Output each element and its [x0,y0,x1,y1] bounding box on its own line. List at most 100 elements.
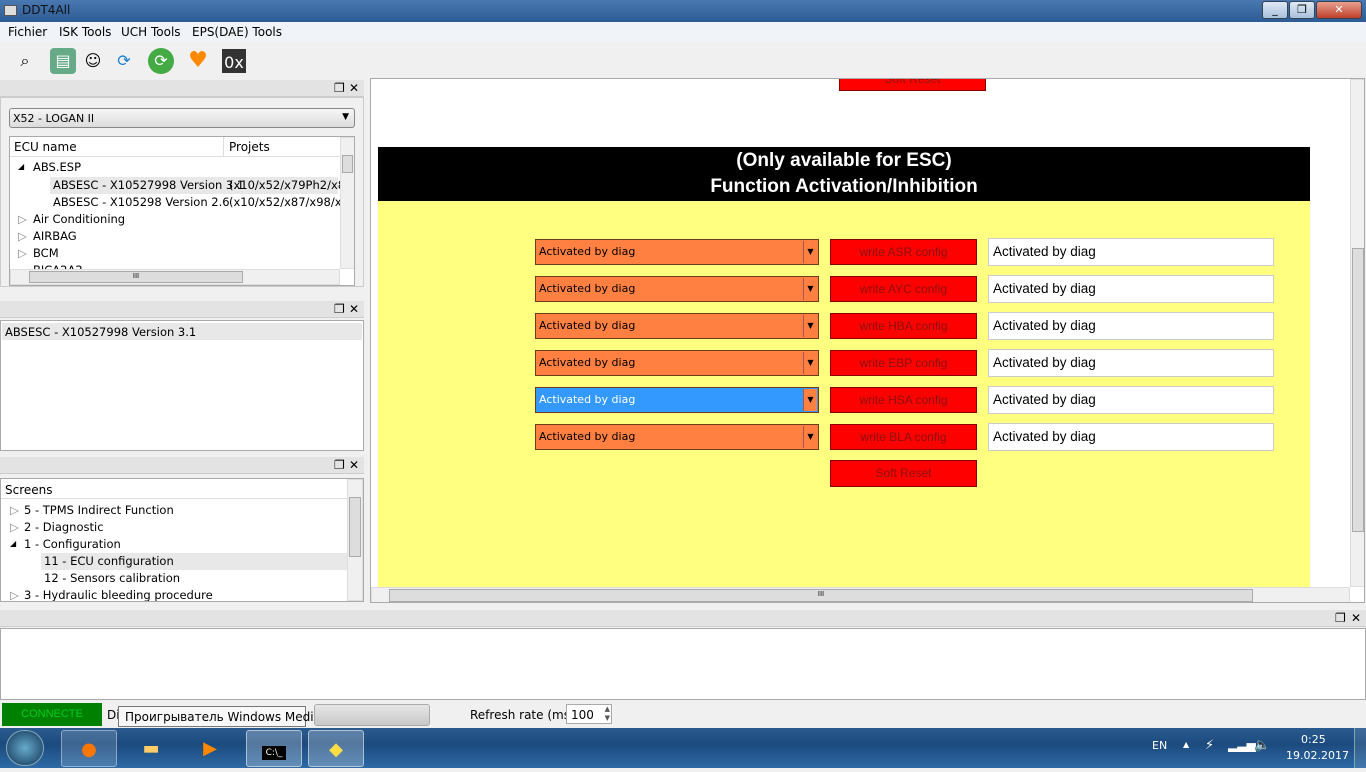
close-icon[interactable]: ✕ [1351,611,1361,625]
section-header: (Only available for ESC) Function Activa… [378,147,1310,201]
config-value-field[interactable]: Activated by diag [988,423,1274,451]
close-button[interactable]: ✕ [1316,1,1362,19]
expand-icon[interactable]: ▷ [10,503,19,517]
cmd-task[interactable]: C:\_ [246,730,302,767]
close-icon[interactable]: ✕ [349,302,359,316]
show-desktop-button[interactable] [1354,728,1366,768]
sniffer-icon[interactable]: ☺ [80,48,106,74]
collapse-icon[interactable]: ◢ [18,162,24,171]
list-item[interactable]: ABSESC - X10527998 Version 3.1 [2,323,362,340]
refresh-rate-label: Refresh rate (ms): [470,708,579,722]
function-select-value: Activated by diag [539,319,636,332]
tree-item-abs-esp[interactable]: ABS.ESP [33,160,81,174]
expand-icon[interactable]: ▷ [18,246,27,260]
menu-fichier[interactable]: Fichier [8,25,47,39]
clock-time[interactable]: 0:25 [1301,733,1326,746]
menu-isk-tools[interactable]: ISK Tools [59,25,111,39]
write-config-button[interactable]: write EBP config [830,350,977,376]
title-bar: DDT4All _ ❐ ✕ [0,0,1366,22]
tray-expand-icon[interactable]: ▲ [1183,740,1189,749]
ecu-tree-vscrollbar[interactable] [340,137,354,269]
screen-item-diagnostic[interactable]: 2 - Diagnostic [24,520,104,534]
python-task[interactable]: ◆ [308,730,364,767]
spinner-arrows-icon[interactable]: ▲ ▼ [605,705,610,723]
write-config-button[interactable]: write BLA config [830,424,977,450]
app-icon [4,5,17,16]
restore-button[interactable]: ❐ [1289,1,1315,19]
float-icon[interactable]: ❐ [334,81,345,95]
media-player-task[interactable]: ▶ [182,730,238,767]
chevron-down-icon: ▼ [342,112,349,122]
screen-item-hydraulic-bleeding[interactable]: 3 - Hydraulic bleeding procedure [24,588,213,601]
connect-icon[interactable]: ⟳ [148,48,174,74]
expand-icon[interactable]: ▷ [10,588,19,601]
config-value-field[interactable]: Activated by diag [988,238,1274,266]
menu-eps-tools[interactable]: EPS(DAE) Tools [192,25,282,39]
hex-icon[interactable]: 0x [222,49,246,73]
function-select[interactable]: Activated by diag ▼ [535,350,819,376]
monitor-icon[interactable]: ▤ [50,48,76,74]
function-select[interactable]: Activated by diag ▼ [535,387,819,413]
power-icon[interactable]: ⚡ [1205,738,1214,753]
function-select-value: Activated by diag [539,430,636,443]
screens-header: Screens [5,483,53,497]
tree-item-projects: (x10/x52/x79Ph2/x87 [229,178,353,192]
tree-item-bcm[interactable]: BCM [33,246,59,260]
refresh-icon[interactable]: ⟳ [111,48,137,74]
tree-item-absesc-31[interactable]: ABSESC - X10527998 Version 3.1 [53,178,244,192]
ecu-panel-titlebar: ❐ ✕ [0,80,364,97]
expand-icon[interactable]: ▷ [10,520,19,534]
config-value-field[interactable]: Activated by diag [988,349,1274,377]
volume-icon[interactable]: 🔈 [1254,738,1270,753]
expand-icon[interactable]: ▷ [18,229,27,243]
minimize-button[interactable]: _ [1262,1,1288,19]
config-value-field[interactable]: Activated by diag [988,312,1274,340]
soft-reset-button[interactable]: Soft Reset [830,460,977,487]
firefox-task[interactable]: ● [61,730,117,767]
screen-item-ecu-configuration[interactable]: 11 - ECU configuration [44,554,174,568]
column-ecu-name[interactable]: ECU name [14,140,77,154]
vehicle-select[interactable]: X52 - LOGAN II ▼ [9,108,355,128]
function-select[interactable]: Activated by diag ▼ [535,239,819,265]
close-icon[interactable]: ✕ [349,81,359,95]
main-vscrollbar[interactable] [1350,79,1364,587]
clock-date[interactable]: 19.02.2017 [1286,749,1349,762]
write-config-button[interactable]: write HBA config [830,313,977,339]
close-icon[interactable]: ✕ [349,458,359,472]
screens-vscrollbar[interactable] [347,479,363,601]
screen-item-configuration[interactable]: 1 - Configuration [24,537,121,551]
column-projets[interactable]: Projets [223,137,275,157]
ecu-tree-hscrollbar[interactable]: III [10,269,340,285]
signal-icon[interactable]: ▂▃▅ [1228,738,1256,752]
config-value-field[interactable]: Activated by diag [988,386,1274,414]
tree-item-absesc-26[interactable]: ABSESC - X105298 Version 2.6 [53,195,230,209]
config-value-field[interactable]: Activated by diag [988,275,1274,303]
write-config-button[interactable]: write ASR config [830,239,977,265]
refresh-rate-spinner[interactable]: 100 ▲ ▼ [566,704,612,724]
menu-uch-tools[interactable]: UCH Tools [121,25,181,39]
write-config-button[interactable]: write HSA config [830,387,977,413]
float-icon[interactable]: ❐ [334,302,345,316]
collapse-icon[interactable]: ◢ [10,539,16,548]
connection-status: CONNECTE [2,703,102,726]
main-hscrollbar[interactable]: III [371,587,1350,602]
screen-item-tpms[interactable]: 5 - TPMS Indirect Function [24,503,174,517]
qr-scan-icon[interactable]: ⌕ [12,48,38,74]
explorer-task[interactable]: ▬ [123,730,179,767]
expand-icon[interactable]: ▷ [18,212,27,226]
language-indicator[interactable]: EN [1152,739,1167,752]
heart-icon[interactable]: ♥ [185,48,211,74]
soft-reset-button-top[interactable]: Soft Reset [839,79,986,91]
tree-item-airbag[interactable]: AIRBAG [33,229,77,243]
screen-item-sensors-calibration[interactable]: 12 - Sensors calibration [44,571,180,585]
float-icon[interactable]: ❐ [1335,611,1346,625]
function-select[interactable]: Activated by diag ▼ [535,424,819,450]
write-config-button[interactable]: write AYC config [830,276,977,302]
function-select[interactable]: Activated by diag ▼ [535,276,819,302]
float-icon[interactable]: ❐ [334,458,345,472]
tree-item-projects: (x10/x52/x87/x98/xG. [229,195,355,209]
tree-item-air-conditioning[interactable]: Air Conditioning [33,212,125,226]
function-select[interactable]: Activated by diag ▼ [535,313,819,339]
screens-tree: Screens ▷ 5 - TPMS Indirect Function ▷ 2… [0,478,364,602]
start-button[interactable] [6,730,44,766]
